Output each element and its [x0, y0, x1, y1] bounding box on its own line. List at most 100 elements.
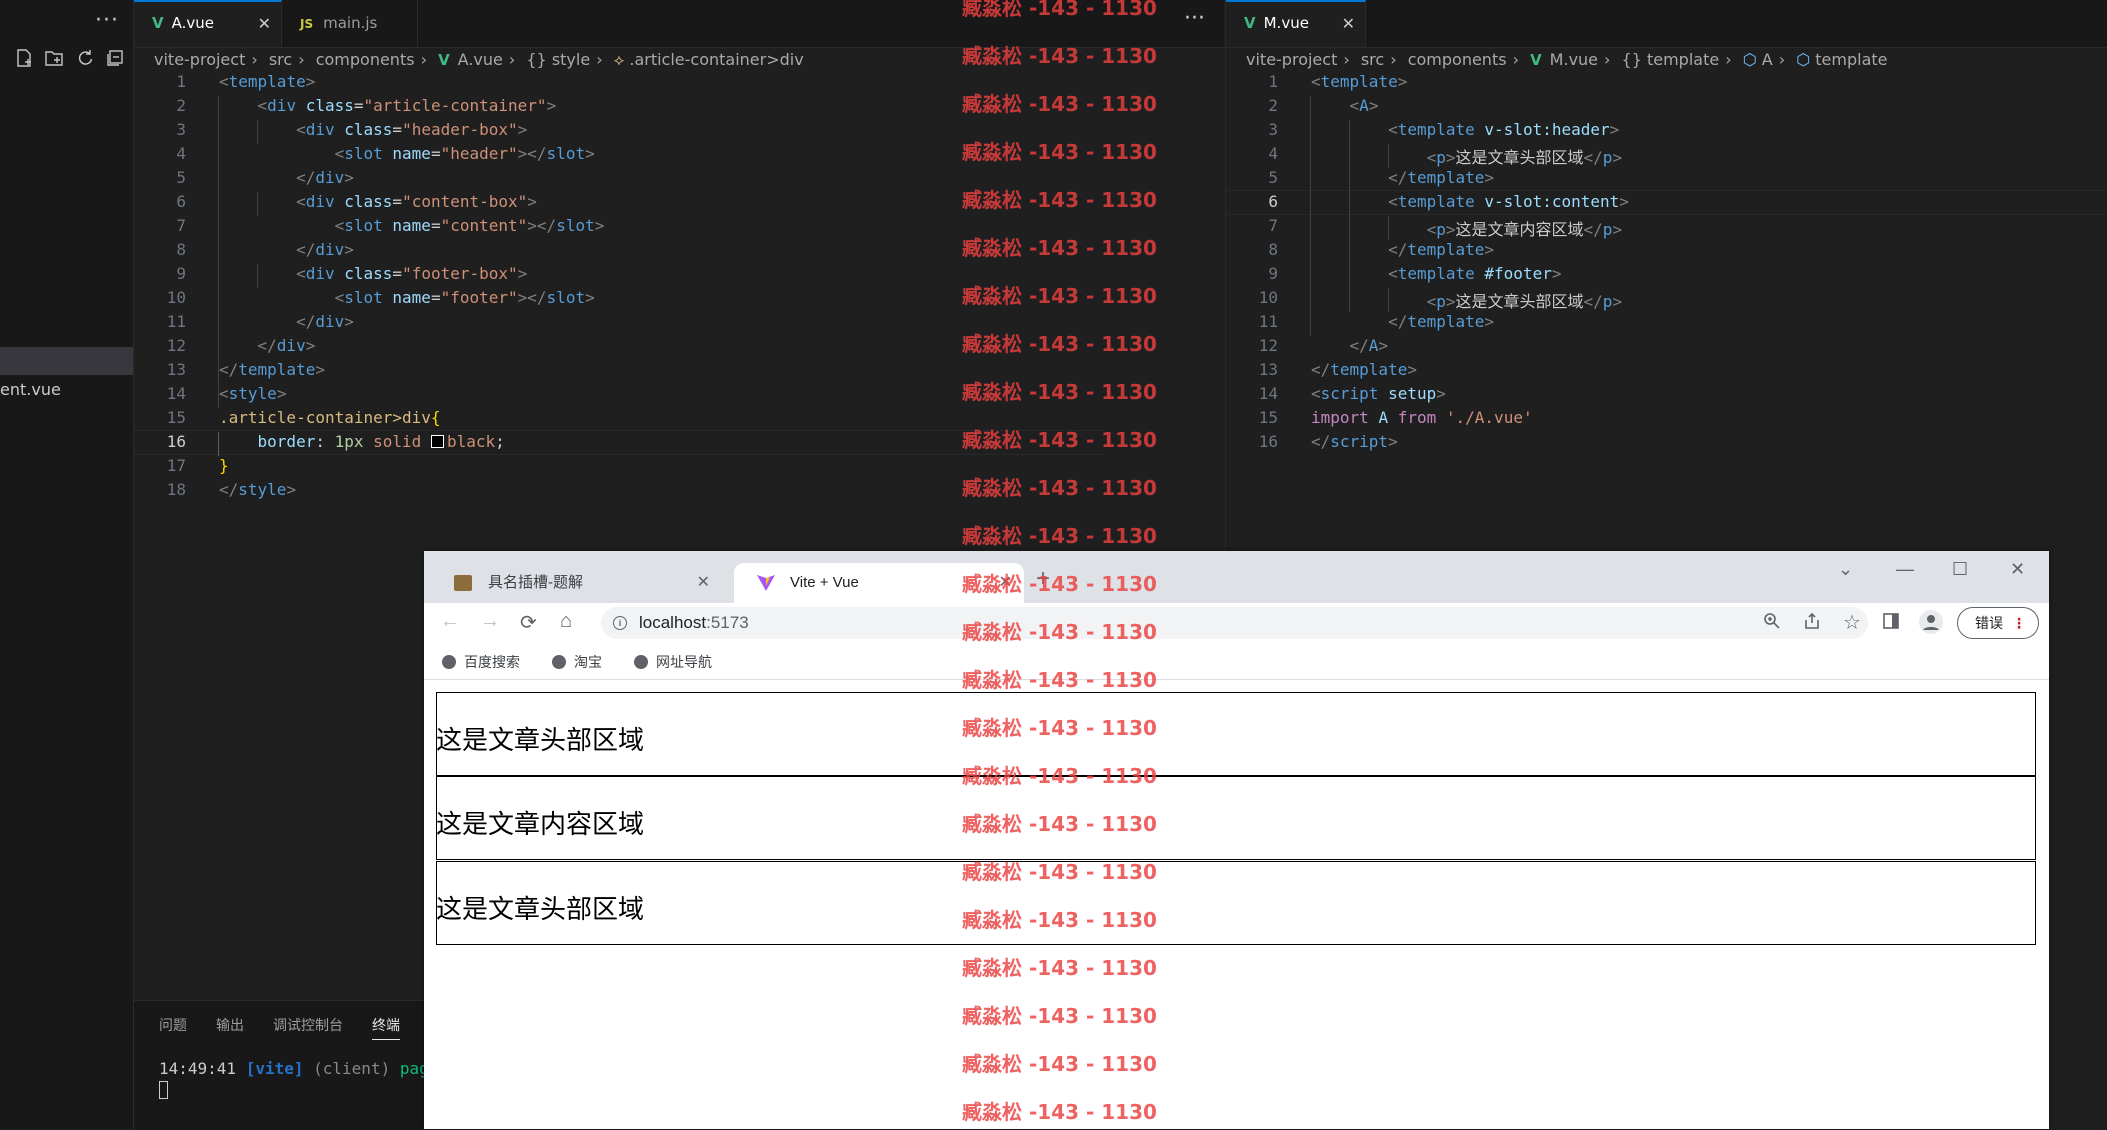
explorer-sidebar: ··· ent.vue	[0, 0, 134, 1129]
more-vertical-icon: ⋮	[2012, 615, 2026, 631]
line-number: 13	[166, 360, 186, 379]
line-number: 8	[176, 240, 186, 259]
profile-avatar-icon[interactable]	[1919, 610, 1943, 639]
bookmarks-bar: 百度搜索 淘宝 网址导航	[424, 643, 2049, 680]
editor-a-tabbar: V A.vue ✕ JS main.js ···	[134, 0, 1224, 48]
address-bar[interactable]: i localhost:5173 ☆	[601, 607, 1868, 639]
code-line: </template>	[219, 360, 325, 379]
code-line: border: 1px solid black;	[257, 432, 505, 451]
browser-window: 具名插槽-题解 ✕ Vite + Vue ✕ + ⌄ — ☐ ✕ ← → ⟳ ⌂…	[424, 551, 2049, 1129]
code-line: .article-container>div{	[219, 408, 441, 427]
header-text: 这是文章头部区域	[436, 726, 645, 756]
component-icon: ⬡	[1742, 50, 1757, 69]
line-number: 4	[1268, 144, 1278, 163]
editor-a-more-button[interactable]: ···	[1184, 6, 1205, 31]
code-line: </div>	[257, 336, 316, 355]
bookmark-nav[interactable]: 网址导航	[634, 652, 712, 672]
code-line: }	[219, 456, 229, 475]
reload-button[interactable]: ⟳	[520, 610, 537, 635]
line-number: 5	[1268, 168, 1278, 187]
forward-button[interactable]: →	[480, 610, 500, 633]
line-number: 6	[1268, 192, 1278, 211]
footer-text: 这是文章头部区域	[436, 895, 645, 925]
zoom-icon[interactable]	[1763, 612, 1781, 635]
home-button[interactable]: ⌂	[560, 610, 572, 633]
url-text[interactable]: localhost:5173	[639, 607, 749, 639]
breadcrumb: vite-project › src › components › V A.vue › {…	[154, 50, 804, 69]
back-button[interactable]: ←	[440, 610, 460, 633]
line-number: 4	[176, 144, 186, 163]
minimize-button[interactable]: —	[1896, 559, 1914, 580]
close-icon[interactable]: ✕	[697, 563, 710, 603]
code-line: </script>	[1311, 432, 1398, 451]
explorer-more-button[interactable]: ···	[95, 8, 119, 33]
tab-m-vue[interactable]: V M.vue ✕	[1226, 0, 1366, 47]
error-button[interactable]: 错误 ⋮	[1957, 607, 2039, 639]
line-number: 11	[166, 312, 186, 331]
code-line: </style>	[219, 480, 297, 499]
vue-file-icon: V	[152, 14, 164, 32]
tab-main-js[interactable]: JS main.js	[282, 0, 418, 47]
line-number: 14	[166, 384, 186, 403]
side-panel-icon[interactable]	[1882, 612, 1900, 635]
line-number: 1	[176, 72, 186, 91]
line-number: 12	[166, 336, 186, 355]
explorer-selected-row[interactable]	[0, 347, 133, 375]
color-swatch[interactable]	[430, 435, 444, 448]
terminal-output[interactable]: 14:49:41 [vite] (client) page	[159, 1059, 438, 1078]
tab-problems[interactable]: 问题	[159, 1015, 187, 1035]
browser-toolbar: ← → ⟳ ⌂ i localhost:5173 ☆ 错误 ⋮	[424, 603, 2049, 643]
code-line: <p>这是文章内容区域</p>	[1426, 220, 1623, 239]
line-number: 1	[1268, 72, 1278, 91]
new-tab-button[interactable]: +	[1036, 565, 1050, 593]
new-file-icon[interactable]	[14, 48, 34, 68]
tab-a-vue[interactable]: V A.vue ✕	[134, 0, 282, 47]
component-icon: ⬡	[1796, 50, 1811, 69]
refresh-icon[interactable]	[75, 48, 95, 68]
browser-tab-solution[interactable]: 具名插槽-题解 ✕	[432, 563, 722, 603]
code-line: <script setup>	[1311, 384, 1446, 403]
browser-tab-vite[interactable]: Vite + Vue ✕	[734, 563, 1024, 603]
line-number: 16	[1258, 432, 1278, 451]
line-number: 6	[176, 192, 186, 211]
line-number: 7	[176, 216, 186, 235]
browser-tabstrip: 具名插槽-题解 ✕ Vite + Vue ✕ + ⌄ — ☐ ✕	[424, 551, 2049, 603]
editor-m-group: V M.vue ✕ vite-project › src › components › …	[1225, 0, 2107, 552]
code-line: <div class="footer-box">	[296, 264, 528, 283]
breadcrumb: vite-project › src › components › V M.vue › {…	[1246, 50, 1888, 69]
code-line: <template>	[219, 72, 316, 91]
line-number: 7	[1268, 216, 1278, 235]
close-icon[interactable]: ✕	[999, 563, 1012, 603]
code-line: </div>	[296, 240, 354, 259]
tab-debug-console[interactable]: 调试控制台	[273, 1015, 343, 1035]
code-line: <slot name="header"></slot>	[334, 144, 595, 163]
code-line: </div>	[296, 312, 354, 331]
bookmark-baidu[interactable]: 百度搜索	[442, 652, 520, 672]
line-number: 2	[176, 96, 186, 115]
line-number: 3	[176, 120, 186, 139]
code-line: <template>	[1311, 72, 1408, 91]
tab-output[interactable]: 输出	[216, 1015, 244, 1035]
page-content: 这是文章头部区域 这是文章内容区域 这是文章头部区域	[424, 680, 2049, 1129]
bookmark-taobao[interactable]: 淘宝	[552, 652, 602, 672]
vite-logo-icon	[757, 575, 775, 591]
window-close-button[interactable]: ✕	[2010, 559, 2025, 580]
tab-terminal[interactable]: 终端	[372, 1015, 400, 1040]
bookmark-star-icon[interactable]: ☆	[1843, 610, 1861, 635]
line-number: 16	[166, 432, 186, 451]
share-icon[interactable]	[1803, 612, 1821, 635]
close-icon[interactable]: ✕	[258, 2, 271, 45]
content-text: 这是文章内容区域	[436, 810, 645, 840]
code-line: <div class="header-box">	[296, 120, 528, 139]
editor-m-tabbar: V M.vue ✕	[1226, 0, 2107, 48]
close-icon[interactable]: ✕	[1342, 2, 1355, 45]
line-number: 12	[1258, 336, 1278, 355]
info-icon[interactable]: i	[613, 616, 627, 630]
line-number: 15	[166, 408, 186, 427]
collapse-icon[interactable]	[105, 48, 125, 68]
tab-search-button[interactable]: ⌄	[1838, 559, 1853, 580]
explorer-file-item[interactable]: ent.vue	[0, 380, 61, 399]
bottom-panel: 问题 输出 调试控制台 终端 14:49:41 [vite] (client) …	[134, 1000, 438, 1130]
new-folder-icon[interactable]	[44, 48, 64, 68]
maximize-button[interactable]: ☐	[1952, 559, 1968, 580]
